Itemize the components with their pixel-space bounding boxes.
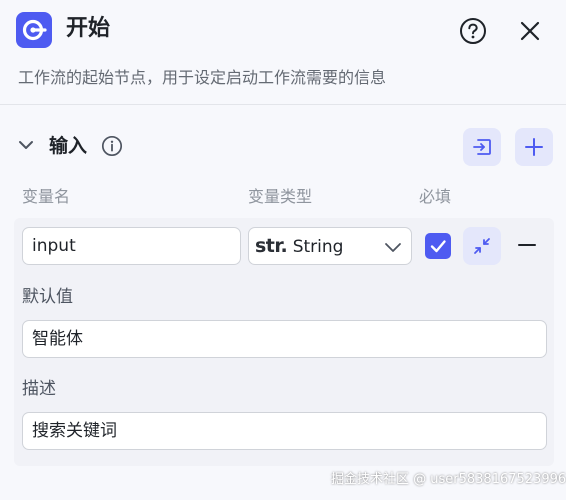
collapse-row-button[interactable] (463, 227, 501, 265)
node-start-icon (16, 12, 52, 48)
check-icon (430, 240, 446, 253)
header-divider (0, 104, 566, 105)
collapse-arrows-icon (474, 238, 490, 254)
description-input[interactable]: 搜索关键词 (22, 412, 547, 450)
import-icon (473, 139, 491, 155)
column-header-name: 变量名 (22, 187, 71, 206)
import-variables-button[interactable] (463, 128, 501, 166)
required-checkbox[interactable] (425, 233, 451, 259)
default-value-label: 默认值 (22, 287, 73, 307)
type-badge: str. (255, 235, 288, 257)
chevron-down-icon (385, 243, 401, 252)
node-title: 开始 (66, 16, 111, 41)
remove-variable-button[interactable] (516, 234, 538, 256)
description-label: 描述 (22, 379, 56, 399)
column-header-type: 变量类型 (248, 187, 313, 206)
watermark: 掘金技术社区 @ user5838167523996 (331, 472, 566, 487)
add-variable-button[interactable] (515, 128, 553, 166)
plus-icon (525, 138, 543, 156)
node-description: 工作流的起始节点，用于设定启动工作流需要的信息 (18, 68, 387, 87)
chevron-down-icon[interactable] (17, 136, 35, 154)
minus-icon (518, 244, 536, 246)
type-name: String (292, 237, 344, 257)
inputs-section-title: 输入 (49, 135, 88, 157)
column-header-required: 必填 (419, 187, 452, 206)
question-circle-icon[interactable] (459, 17, 487, 45)
variable-name-input[interactable]: input (22, 227, 241, 265)
close-icon[interactable] (517, 18, 543, 44)
variable-type-select[interactable]: str. String (248, 227, 412, 265)
default-value-input[interactable]: 智能体 (22, 320, 547, 358)
info-icon[interactable] (101, 135, 123, 157)
node-header: 开始 工作流的起始节点，用于设定启动工作流需要的信息 (0, 0, 566, 104)
